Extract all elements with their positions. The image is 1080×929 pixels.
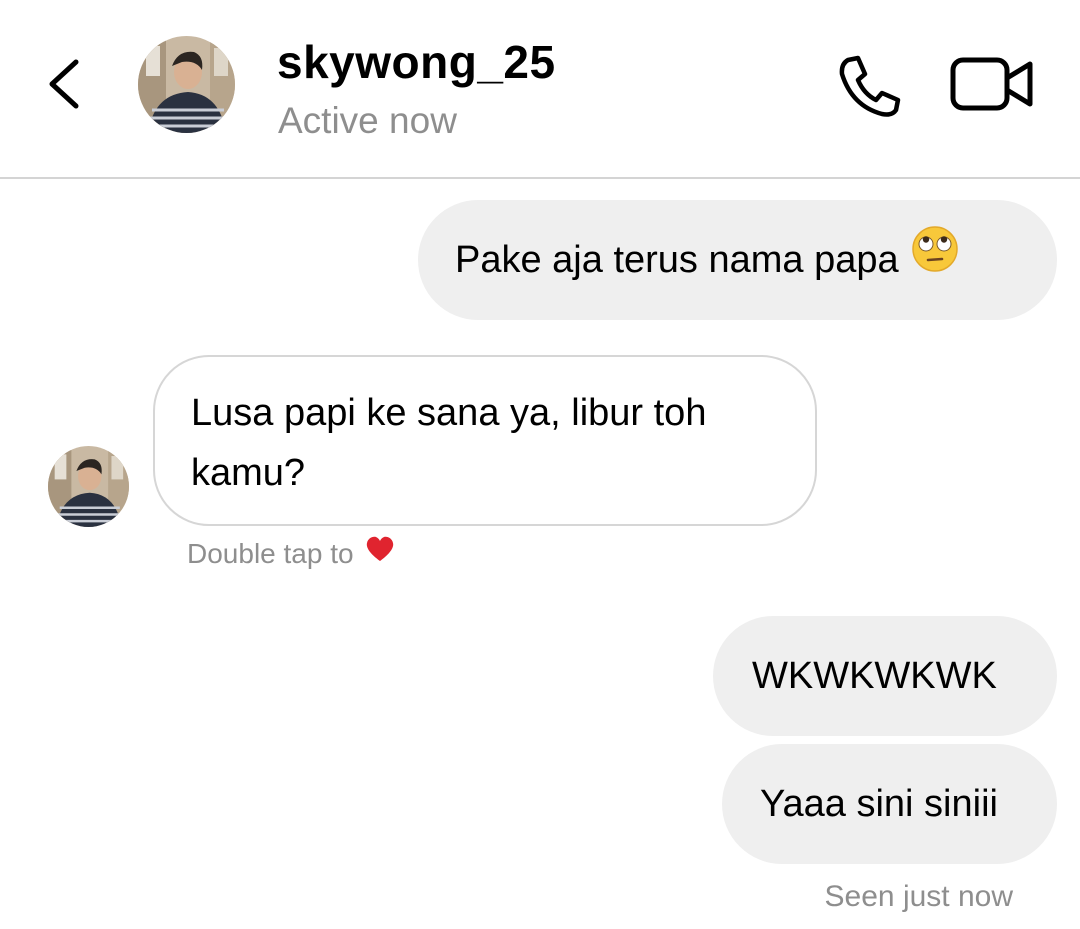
red-heart-icon — [365, 535, 395, 572]
double-tap-label: Double tap to — [187, 538, 354, 569]
outgoing-message[interactable]: WKWKWKWK — [713, 616, 1057, 736]
chevron-left-icon — [49, 59, 79, 109]
message-text: WKWKWKWK — [752, 655, 997, 697]
phone-icon — [839, 55, 901, 117]
voice-call-button[interactable] — [834, 50, 906, 122]
chat-header: skywong_25 Active now — [0, 0, 1080, 179]
double-tap-hint: Double tap to — [187, 536, 395, 572]
seen-receipt: Seen just now — [824, 880, 1013, 913]
outgoing-message[interactable]: Yaaa sini siniii — [722, 744, 1057, 864]
video-camera-icon — [950, 57, 1033, 111]
message-text: Lusa papi ke sana ya, libur toh kamu? — [191, 392, 707, 494]
sender-avatar[interactable] — [48, 446, 129, 527]
message-text: Yaaa sini siniii — [760, 783, 998, 825]
outgoing-message[interactable]: Pake aja terus nama papa — [418, 200, 1057, 320]
back-button[interactable] — [40, 52, 88, 116]
chat-username[interactable]: skywong_25 — [277, 34, 556, 90]
video-call-button[interactable] — [946, 52, 1038, 116]
incoming-message[interactable]: Lusa papi ke sana ya, libur toh kamu? — [153, 355, 817, 526]
face-with-rolling-eyes-emoji — [911, 225, 959, 290]
active-status: Active now — [278, 100, 457, 141]
message-text: Pake aja terus nama papa — [455, 239, 899, 281]
avatar[interactable] — [138, 36, 235, 133]
